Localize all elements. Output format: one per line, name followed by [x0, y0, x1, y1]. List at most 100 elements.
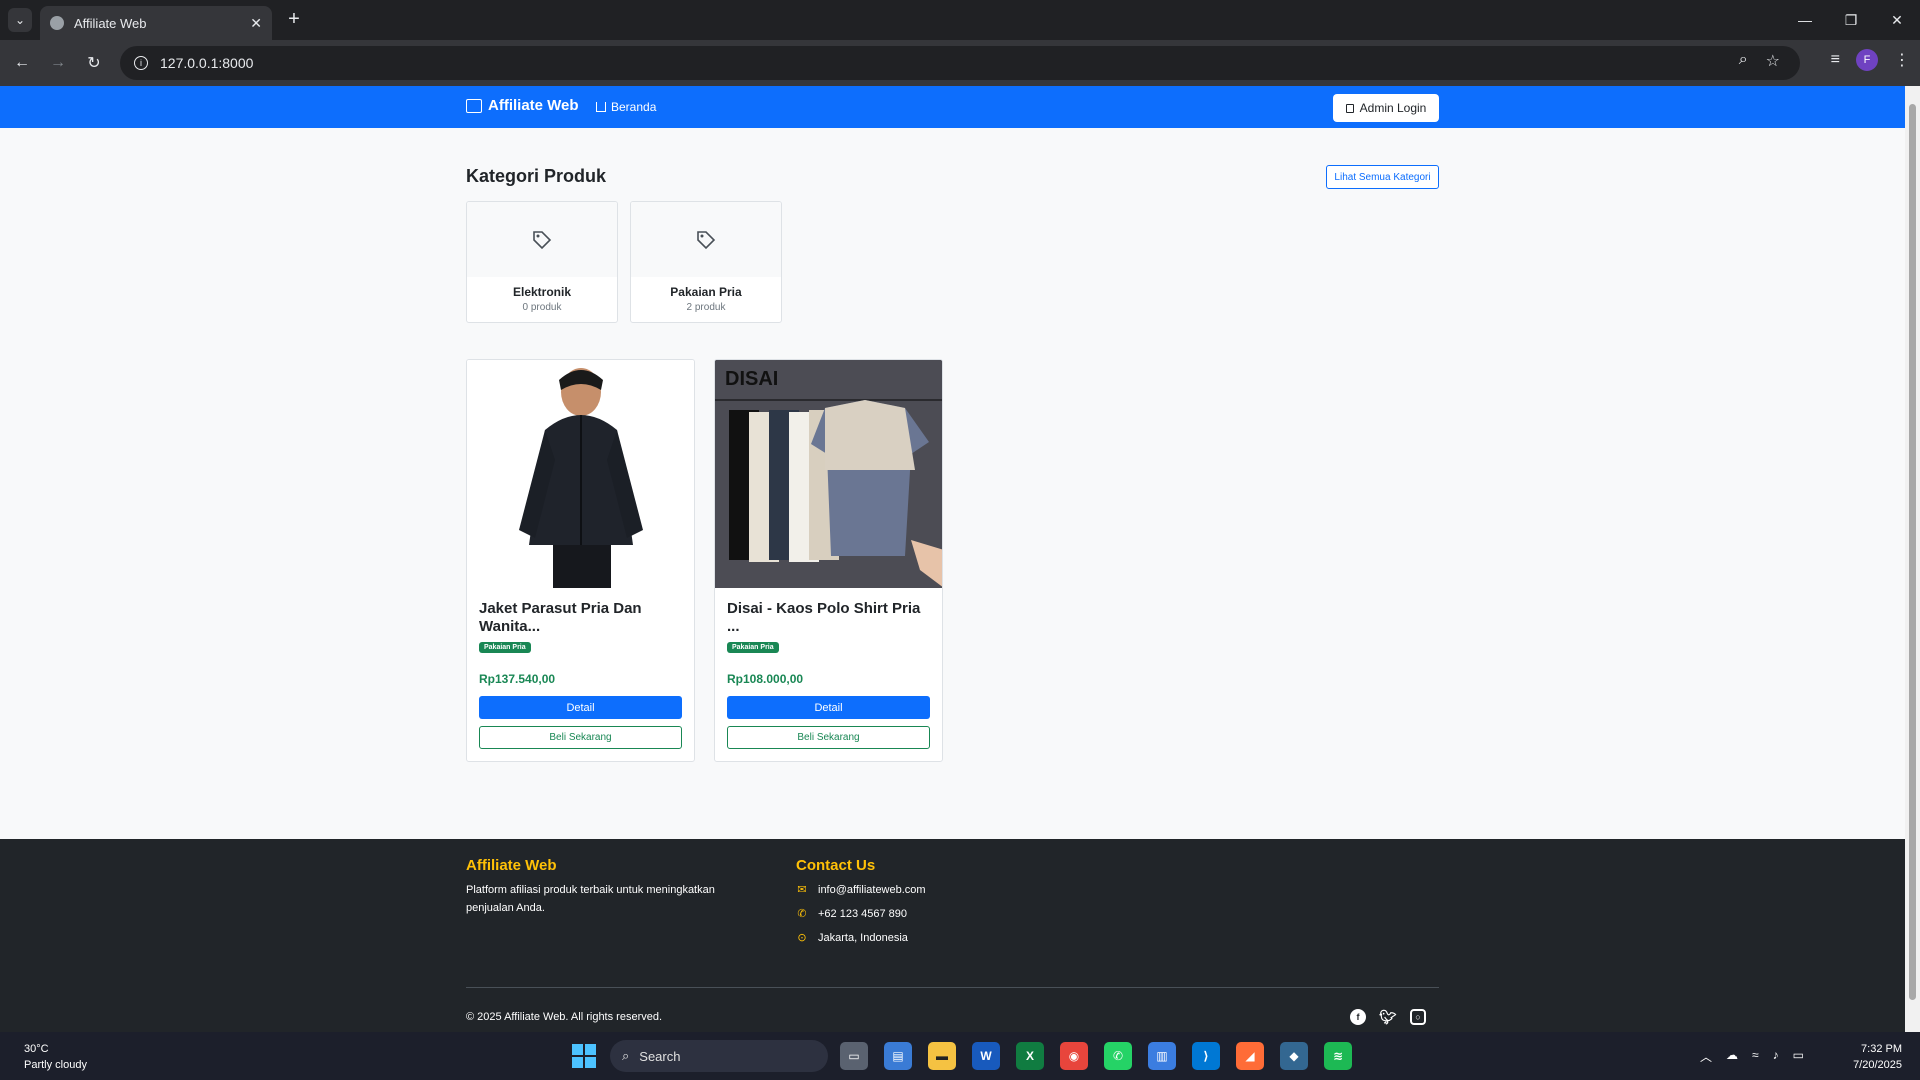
notepad-icon[interactable]: ▥ — [1148, 1042, 1176, 1070]
bookmark-star-icon[interactable]: ☆ — [1766, 51, 1780, 71]
window-close-icon[interactable]: ✕ — [1874, 0, 1920, 40]
taskbar-clock[interactable]: 7:32 PM 7/20/2025 — [1838, 1041, 1902, 1073]
volume-icon[interactable]: ♪ — [1773, 1048, 1779, 1065]
contact-title: Contact Us — [796, 857, 876, 874]
category-badge: Pakaian Pria — [727, 642, 779, 653]
footer-brand: Affiliate Web — [466, 857, 557, 874]
close-icon[interactable]: ✕ — [250, 15, 262, 32]
jacket-illustration — [519, 368, 643, 588]
omnibox-actions: ⌕ ☆ — [1739, 51, 1780, 71]
product-image-jacket[interactable] — [467, 360, 694, 588]
home-icon — [596, 102, 606, 112]
categories-title: Kategori Produk — [466, 166, 607, 186]
buy-now-button[interactable]: Beli Sekarang — [727, 726, 930, 749]
windows-start-icon[interactable] — [572, 1044, 596, 1068]
category-name: Pakaian Pria — [670, 285, 742, 299]
excel-icon[interactable]: X — [1016, 1042, 1044, 1070]
browser-toolbar: ← → ↻ i 127.0.0.1:8000 ⌕ ☆ ≡ F ⋮ — [0, 40, 1920, 86]
weather-condition: Partly cloudy — [24, 1059, 87, 1071]
contact-address: ⊙ Jakarta, Indonesia — [796, 931, 908, 945]
buy-now-button[interactable]: Beli Sekarang — [479, 726, 682, 749]
page-scrollbar[interactable] — [1905, 86, 1920, 1032]
restore-icon[interactable]: ❐ — [1828, 0, 1874, 40]
reload-icon[interactable]: ↻ — [82, 51, 106, 75]
chrome-icon[interactable]: ◉ — [1060, 1042, 1088, 1070]
spotify-icon[interactable]: ≋ — [1324, 1042, 1352, 1070]
category-card-pakaian-pria[interactable]: Pakaian Pria 2 produk — [630, 201, 782, 323]
scrollbar-thumb[interactable] — [1909, 104, 1916, 1000]
detail-button[interactable]: Detail — [727, 696, 930, 719]
brand-link[interactable]: Affiliate Web — [466, 97, 579, 114]
lock-icon — [1345, 103, 1354, 113]
site-info-icon[interactable]: i — [134, 56, 148, 70]
clock-time: 7:32 PM — [1861, 1043, 1902, 1055]
wifi-icon[interactable]: ≈ — [1752, 1048, 1759, 1065]
url-text: 127.0.0.1:8000 — [160, 55, 254, 71]
instagram-icon[interactable]: ○ — [1410, 1009, 1426, 1025]
system-tray: ︿ ☁ ≈ ♪ ▭ — [1700, 1048, 1804, 1065]
tab-title: Affiliate Web — [74, 15, 147, 31]
zoom-icon[interactable]: ⌕ — [1739, 51, 1748, 71]
whatsapp-icon[interactable]: ✆ — [1104, 1042, 1132, 1070]
product-name[interactable]: Jaket Parasut Pria Dan Wanita... — [479, 600, 682, 636]
address-bar[interactable]: i 127.0.0.1:8000 — [120, 46, 1800, 80]
admin-login-label: Admin Login — [1359, 101, 1427, 115]
postman-icon[interactable]: ◢ — [1236, 1042, 1264, 1070]
social-links: f 🐦︎ ○ — [1350, 1009, 1426, 1025]
contact-email: ✉ info@affiliateweb.com — [796, 883, 925, 897]
onedrive-cloud-icon[interactable]: ☁ — [1726, 1048, 1738, 1065]
tab-search-icon[interactable]: ⌄ — [8, 8, 32, 32]
widgets-icon[interactable]: ▤ — [884, 1042, 912, 1070]
shop-icon — [466, 98, 482, 113]
postgresql-icon[interactable]: ◆ — [1280, 1042, 1308, 1070]
chevron-up-icon[interactable]: ︿ — [1700, 1048, 1712, 1065]
view-all-categories-button[interactable]: Lihat Semua Kategori — [1326, 165, 1439, 189]
browser-tab[interactable]: Affiliate Web ✕ — [40, 6, 272, 40]
envelope-icon: ✉ — [797, 884, 807, 896]
contact-phone: ✆ +62 123 4567 890 — [796, 907, 908, 921]
task-view-icon[interactable]: ▭ — [840, 1042, 868, 1070]
category-badge: Pakaian Pria — [479, 642, 531, 653]
detail-button[interactable]: Detail — [479, 696, 682, 719]
word-icon[interactable]: W — [972, 1042, 1000, 1070]
product-price: Rp137.540,00 — [479, 672, 556, 686]
nav-link-beranda[interactable]: Beranda — [596, 100, 656, 114]
tag-icon — [533, 230, 552, 249]
admin-login-button[interactable]: Admin Login — [1333, 94, 1439, 122]
product-body: Disai - Kaos Polo Shirt Pria ... Pakaian… — [715, 588, 942, 761]
address-text: Jakarta, Indonesia — [818, 931, 908, 944]
footer-description: Platform afiliasi produk terbaik untuk m… — [466, 884, 715, 914]
back-icon[interactable]: ← — [10, 51, 34, 75]
windows-taskbar: 30°C Partly cloudy ⌕ Search ▭ ▤ ▬ W X ◉ … — [0, 1032, 1920, 1080]
reading-list-icon[interactable]: ≡ — [1831, 51, 1840, 69]
forward-icon[interactable]: → — [46, 51, 70, 75]
category-count: 0 produk — [522, 302, 562, 313]
profile-avatar[interactable]: F — [1856, 49, 1878, 71]
battery-icon[interactable]: ▭ — [1793, 1048, 1804, 1065]
twitter-icon[interactable]: 🐦︎ — [1379, 1009, 1397, 1025]
polo-illustration — [715, 360, 942, 588]
facebook-icon[interactable]: f — [1350, 1009, 1366, 1025]
category-icon-area — [467, 202, 617, 277]
phone-text: +62 123 4567 890 — [818, 907, 908, 920]
file-explorer-icon[interactable]: ▬ — [928, 1042, 956, 1070]
category-card-elektronik[interactable]: Elektronik 0 produk — [466, 201, 618, 323]
product-card: Jaket Parasut Pria Dan Wanita... Pakaian… — [466, 359, 695, 762]
site-footer: Affiliate Web Platform afiliasi produk t… — [0, 839, 1905, 1032]
site-navbar: Affiliate Web Beranda Admin Login — [0, 86, 1905, 128]
product-price: Rp108.000,00 — [727, 672, 804, 686]
product-name[interactable]: Disai - Kaos Polo Shirt Pria ... — [727, 600, 930, 636]
window-controls: — ❐ ✕ — [1782, 0, 1920, 40]
new-tab-icon[interactable]: + — [282, 8, 306, 32]
taskbar-search[interactable]: ⌕ Search — [610, 1040, 828, 1072]
menu-icon[interactable]: ⋮ — [1894, 50, 1910, 70]
vscode-icon[interactable]: ⟩ — [1192, 1042, 1220, 1070]
footer-divider — [466, 987, 1439, 988]
weather-widget[interactable]: 30°C Partly cloudy — [24, 1041, 87, 1073]
minimize-icon[interactable]: — — [1782, 0, 1828, 40]
product-image-polo[interactable]: DISAI — [715, 360, 942, 588]
copyright-text: © 2025 Affiliate Web. All rights reserve… — [466, 1011, 663, 1023]
brand-text: Affiliate Web — [488, 97, 579, 114]
category-icon-area — [631, 202, 781, 277]
tag-icon — [697, 230, 716, 249]
